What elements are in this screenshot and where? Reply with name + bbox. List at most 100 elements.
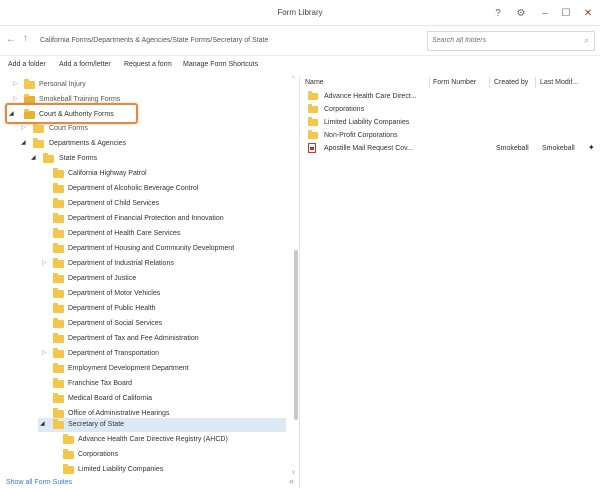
tree-item-chp[interactable]: California Highway Patrol xyxy=(0,167,290,181)
folder-icon xyxy=(53,258,64,268)
tree-item-ahcd[interactable]: Advance Health Care Directive Registry (… xyxy=(0,433,290,447)
pin-icon[interactable]: ✦ xyxy=(588,143,595,152)
folder-icon xyxy=(53,198,64,208)
tree-item-dir[interactable]: ▷ Department of Industrial Relations xyxy=(0,257,290,271)
folder-icon xyxy=(53,183,64,193)
folder-icon xyxy=(53,348,64,358)
form-list: Name Form Number Created by Last Modif..… xyxy=(300,76,600,488)
folder-icon xyxy=(308,130,318,139)
list-item[interactable]: Corporations xyxy=(300,103,600,116)
list-item-name: Non-Profit Corporations xyxy=(324,132,398,139)
tree-item-label: Department of Industrial Relations xyxy=(68,260,174,267)
breadcrumb-path[interactable]: California Forms/Departments & Agencies/… xyxy=(40,37,268,44)
list-item-name: Corporations xyxy=(324,106,365,113)
tree-item-public-health[interactable]: Department of Public Health xyxy=(0,302,290,316)
tree-item-label: Department of Social Services xyxy=(68,320,163,327)
search-icon[interactable]: ⌕ xyxy=(584,35,589,46)
tree-item-ftb[interactable]: Franchise Tax Board xyxy=(0,377,290,391)
list-item[interactable]: Advance Health Care Direct... xyxy=(300,90,600,103)
tree-item-edd[interactable]: Employment Development Department xyxy=(0,362,290,376)
tree-item-doj[interactable]: Department of Justice xyxy=(0,272,290,286)
tree-item-label: Department of Health Care Services xyxy=(68,230,181,237)
expand-arrow-icon[interactable]: ▷ xyxy=(42,349,47,356)
list-item-name: Limited Liability Companies xyxy=(324,119,410,126)
list-item[interactable]: Non-Profit Corporations xyxy=(300,129,600,142)
column-separator[interactable] xyxy=(489,77,490,88)
folder-icon xyxy=(43,153,54,163)
column-header-created-by[interactable]: Created by xyxy=(494,79,528,86)
tree-item-dmv[interactable]: Department of Motor Vehicles xyxy=(0,287,290,301)
back-arrow-icon[interactable]: ← xyxy=(6,34,16,45)
tree-item-hcd[interactable]: Department of Housing and Community Deve… xyxy=(0,242,290,256)
tree-item-label: Department of Motor Vehicles xyxy=(68,290,161,297)
tree-item-label: Department of Tax and Fee Administration xyxy=(68,335,199,342)
tree-item-child-services[interactable]: Department of Child Services xyxy=(0,197,290,211)
up-arrow-icon[interactable]: ↑ xyxy=(23,33,28,44)
maximize-icon[interactable]: ☐ xyxy=(557,4,575,22)
list-item-created-by: Smokeball xyxy=(496,145,529,152)
add-form-button[interactable]: Add a form/letter xyxy=(59,61,111,68)
tree-item-medical-board[interactable]: Medical Board of California xyxy=(0,392,290,406)
folder-icon xyxy=(53,393,64,403)
expand-arrow-icon[interactable]: ▷ xyxy=(13,80,18,87)
pdf-file-icon xyxy=(308,143,316,153)
folder-icon xyxy=(53,363,64,373)
tree-item-departments-agencies[interactable]: ◢ Departments & Agencies xyxy=(0,137,290,151)
tree-item-label: Limited Liability Companies xyxy=(78,466,164,473)
folder-icon xyxy=(33,138,44,148)
column-separator[interactable] xyxy=(535,77,536,88)
add-folder-button[interactable]: Add a folder xyxy=(8,61,46,68)
folder-icon xyxy=(63,464,74,474)
request-form-button[interactable]: Request a form xyxy=(124,61,172,68)
column-header-last-modified[interactable]: Last Modif... xyxy=(540,79,578,86)
expand-arrow-icon[interactable]: ▷ xyxy=(21,124,26,131)
folder-icon xyxy=(63,449,74,459)
search-box[interactable]: ⌕ xyxy=(427,31,595,51)
tree-item-abc[interactable]: Department of Alcoholic Beverage Control xyxy=(0,182,290,196)
tree-item-label: Department of Child Services xyxy=(68,200,160,207)
collapse-arrow-icon[interactable]: ◢ xyxy=(21,139,26,146)
tree-item-dfpi[interactable]: Department of Financial Protection and I… xyxy=(0,212,290,226)
expand-arrow-icon[interactable]: ▷ xyxy=(42,259,47,266)
folder-icon xyxy=(53,228,64,238)
folder-icon xyxy=(53,168,64,178)
tree-item-dhcs[interactable]: Department of Health Care Services xyxy=(0,227,290,241)
list-item[interactable]: Apostille Mail Request Cov... Smokeball … xyxy=(300,142,600,155)
tree-item-court-forms[interactable]: ▷ Court Forms xyxy=(0,122,290,136)
tree-item-llc[interactable]: Limited Liability Companies xyxy=(0,463,290,477)
collapse-pane-icon[interactable]: « xyxy=(289,476,294,486)
scroll-up-icon[interactable]: ^ xyxy=(292,76,295,82)
tree-item-label: Corporations xyxy=(78,451,119,458)
collapse-arrow-icon[interactable]: ◢ xyxy=(40,420,45,427)
manage-shortcuts-button[interactable]: Manage Form Shortcuts xyxy=(183,61,258,68)
column-header-form-number[interactable]: Form Number xyxy=(433,79,476,86)
folder-icon xyxy=(308,104,318,113)
folder-icon xyxy=(53,243,64,253)
scrollbar-thumb[interactable] xyxy=(294,250,298,420)
tree-item-social-services[interactable]: Department of Social Services xyxy=(0,317,290,331)
help-icon[interactable]: ? xyxy=(489,4,507,22)
tree-item-label: Department of Justice xyxy=(68,275,137,282)
collapse-arrow-icon[interactable]: ◢ xyxy=(31,154,36,161)
tree-item-state-forms[interactable]: ◢ State Forms xyxy=(0,152,290,166)
close-icon[interactable]: ✕ xyxy=(579,4,597,22)
tree-item-secretary-of-state[interactable]: ◢ Secretary of State xyxy=(38,418,286,432)
tree-item-corporations[interactable]: Corporations xyxy=(0,448,290,462)
tree-scrollbar[interactable]: ^ v xyxy=(292,76,299,480)
minimize-icon[interactable]: – xyxy=(536,4,554,22)
expand-arrow-icon[interactable]: ▷ xyxy=(13,95,18,102)
folder-icon xyxy=(308,117,318,126)
column-separator[interactable] xyxy=(429,77,430,88)
folder-icon xyxy=(53,318,64,328)
list-item[interactable]: Limited Liability Companies xyxy=(300,116,600,129)
tree-item-transportation[interactable]: ▷ Department of Transportation xyxy=(0,347,290,361)
folder-icon xyxy=(53,288,64,298)
search-input[interactable] xyxy=(432,37,572,44)
tree-item-cdtfa[interactable]: Department of Tax and Fee Administration xyxy=(0,332,290,346)
tree-item-label: Department of Financial Protection and I… xyxy=(68,215,224,222)
show-all-suites-link[interactable]: Show all Form Suites xyxy=(6,479,72,486)
gear-icon[interactable]: ⚙ xyxy=(512,4,530,22)
column-header-name[interactable]: Name xyxy=(305,79,324,86)
tree-item-personal-injury[interactable]: ▷ Personal Injury xyxy=(0,78,290,92)
folder-icon xyxy=(63,434,74,444)
